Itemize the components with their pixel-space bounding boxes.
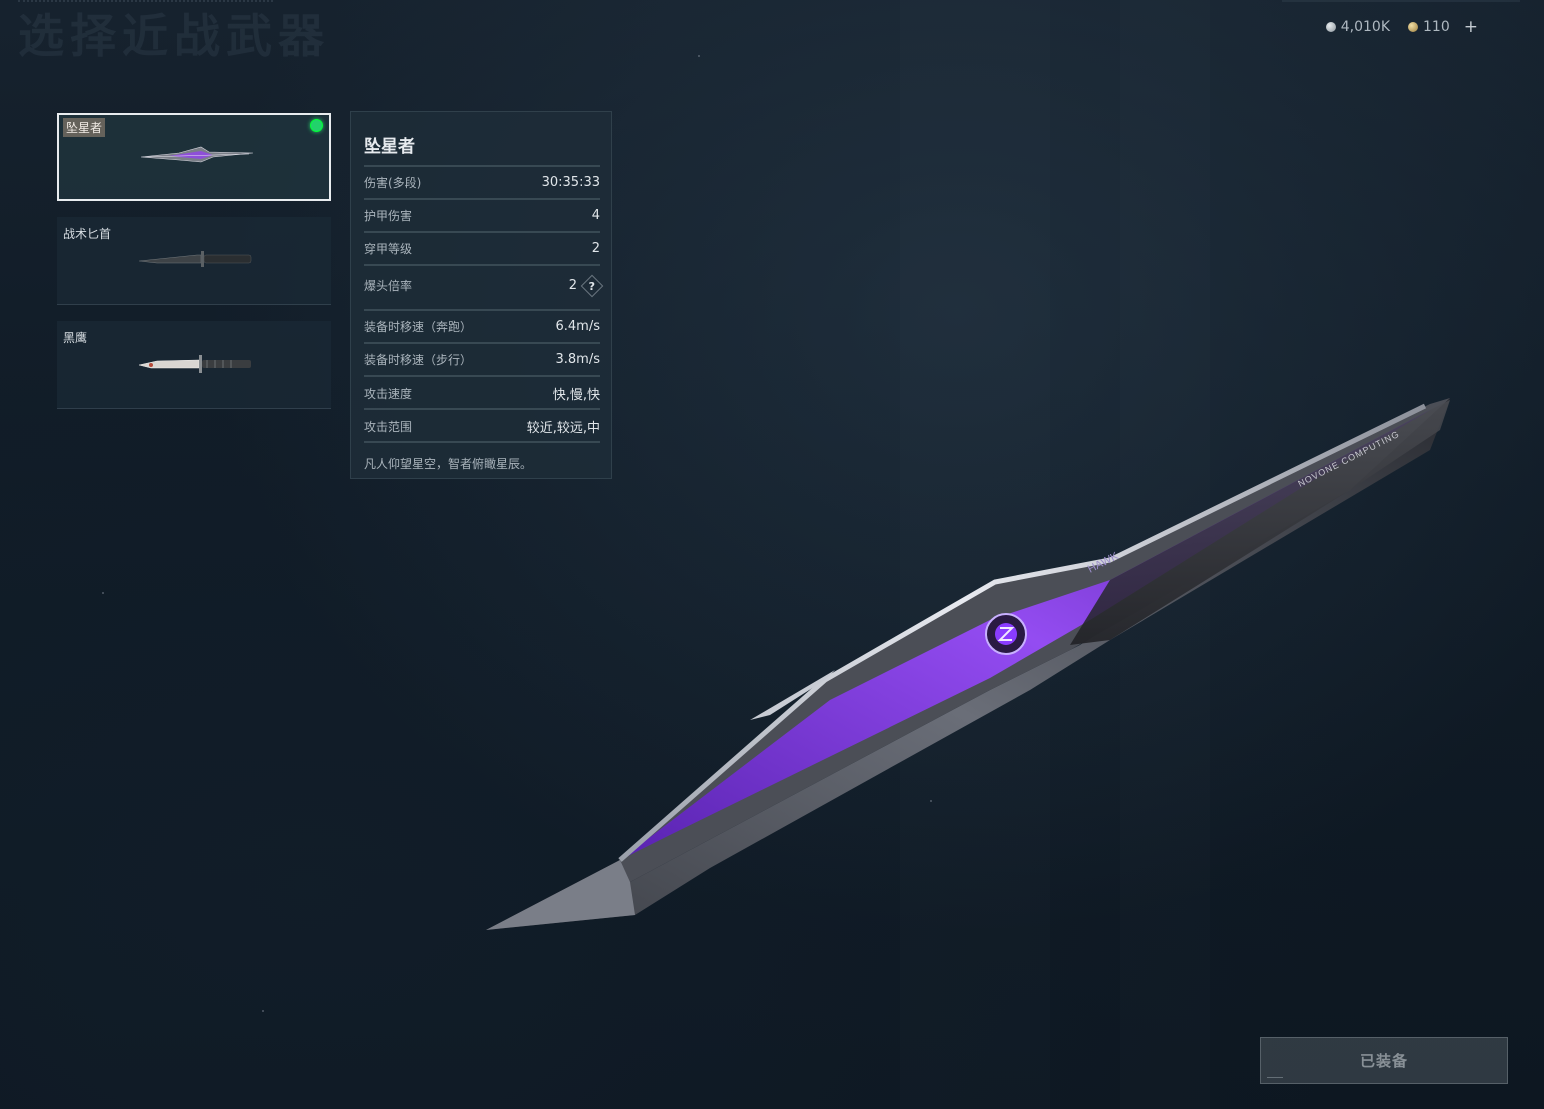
black-hawk-thumbnail-icon (138, 355, 251, 373)
add-currency-button[interactable]: + (1464, 17, 1478, 37)
divider (364, 342, 600, 344)
stat-row-armor-damage: 护甲伤害 4 (364, 207, 600, 224)
stat-label: 护甲伤害 (364, 209, 413, 223)
gold-currency: 110 (1408, 19, 1450, 35)
stat-value: 3.8m/s (555, 352, 601, 367)
stat-label: 爆头倍率 (364, 279, 413, 293)
stat-row-penetration: 穿甲等级 2 (364, 240, 600, 257)
divider (364, 264, 600, 266)
stat-value: 4 (591, 208, 600, 223)
silver-coin-icon (1325, 22, 1336, 32)
star-dot (102, 592, 104, 594)
divider (364, 231, 600, 233)
stat-row-headshot: 爆头倍率 2 ? (364, 274, 604, 297)
divider (364, 198, 600, 200)
equipped-button-label: 已装备 (1359, 1052, 1408, 1070)
weapon-name: 黑鹰 (63, 331, 88, 345)
silver-amount: 4,010K (1340, 19, 1391, 35)
help-symbol: ? (588, 278, 596, 292)
star-dot (262, 1010, 264, 1012)
stat-value: 2 (591, 241, 600, 256)
divider (364, 165, 600, 167)
stat-row-walk-speed: 装备时移速（步行） 3.8m/s (364, 351, 600, 368)
stat-value: 30:35:33 (541, 175, 600, 190)
star-dot (698, 55, 700, 57)
gold-amount: 110 (1423, 19, 1450, 35)
stat-label: 攻击范围 (364, 420, 413, 434)
divider (364, 375, 600, 377)
weapon-name: 战术匕首 (63, 227, 112, 241)
starfall-knife-render: HAWK NOVONE COMPUTING (486, 398, 1450, 930)
weapon-card-starfall[interactable]: 坠星者 (57, 113, 331, 201)
help-icon[interactable]: ? (580, 274, 604, 297)
tactical-knife-thumbnail-icon (138, 251, 252, 267)
stat-value: 6.4m/s (555, 319, 601, 334)
currency-bar: 4,010K 110 + (1325, 17, 1478, 37)
equipped-button[interactable]: 已装备 (1260, 1037, 1508, 1084)
stat-label: 伤害(多段) (364, 176, 422, 190)
stat-label: 装备时移速（步行） (364, 353, 473, 367)
stat-label: 攻击速度 (364, 387, 413, 401)
stat-value: 2 (568, 278, 577, 293)
stat-label: 装备时移速（奔跑） (364, 320, 473, 334)
melee-select-screen: 选择近战武器 4,010K 110 + 坠星者 战术匕首 黑鹰 坠星者 伤害(多… (0, 0, 1544, 1109)
stat-value-group: 2 ? (568, 274, 604, 297)
starfall-thumbnail-icon (140, 146, 254, 163)
gold-coin-icon (1408, 22, 1419, 32)
stat-row-run-speed: 装备时移速（奔跑） 6.4m/s (364, 318, 600, 335)
currency-decoration (1282, 0, 1520, 5)
divider (364, 309, 600, 311)
silver-currency: 4,010K (1325, 19, 1391, 35)
stats-title: 坠星者 (364, 137, 415, 157)
stat-label: 穿甲等级 (364, 242, 413, 256)
weapon-card-black-hawk[interactable]: 黑鹰 (57, 321, 331, 409)
star-dot (930, 800, 932, 802)
weapon-name: 坠星者 (63, 118, 106, 137)
page-title: 选择近战武器 (18, 9, 330, 63)
equipped-indicator-icon (310, 119, 323, 132)
stat-row-damage: 伤害(多段) 30:35:33 (364, 174, 600, 191)
weapon-card-tactical-knife[interactable]: 战术匕首 (57, 217, 331, 305)
